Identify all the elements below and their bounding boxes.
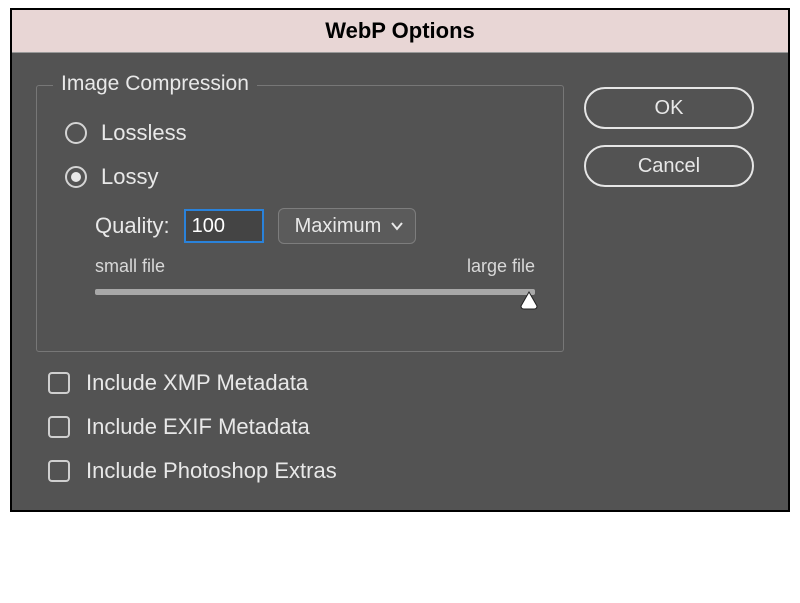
radio-lossy[interactable] <box>65 166 87 188</box>
checkbox-exif-row[interactable]: Include EXIF Metadata <box>48 414 564 440</box>
image-compression-group: Image Compression Lossless Lossy Quality… <box>36 85 564 352</box>
dialog-title: WebP Options <box>12 10 788 53</box>
webp-options-dialog: WebP Options Image Compression Lossless … <box>10 8 790 512</box>
checkbox-ps-extras[interactable] <box>48 460 70 482</box>
cancel-button[interactable]: Cancel <box>584 145 754 187</box>
quality-label: Quality: <box>95 213 170 239</box>
chevron-down-icon <box>391 220 403 232</box>
quality-input[interactable] <box>184 209 264 243</box>
left-column: Image Compression Lossless Lossy Quality… <box>36 73 564 492</box>
checkbox-xmp-label: Include XMP Metadata <box>86 370 308 396</box>
quality-row: Quality: Maximum <box>95 208 543 244</box>
large-file-label: large file <box>467 256 535 277</box>
ok-button[interactable]: OK <box>584 87 754 129</box>
quality-slider[interactable] <box>95 285 535 315</box>
slider-thumb[interactable] <box>519 290 539 310</box>
checkbox-exif[interactable] <box>48 416 70 438</box>
radio-lossy-label: Lossy <box>101 164 158 190</box>
checkbox-exif-label: Include EXIF Metadata <box>86 414 310 440</box>
checkbox-ps-extras-row[interactable]: Include Photoshop Extras <box>48 458 564 484</box>
radio-lossless[interactable] <box>65 122 87 144</box>
radio-lossy-row[interactable]: Lossy <box>65 164 543 190</box>
slider-track <box>95 289 535 295</box>
checkbox-xmp[interactable] <box>48 372 70 394</box>
checkbox-xmp-row[interactable]: Include XMP Metadata <box>48 370 564 396</box>
small-file-label: small file <box>95 256 165 277</box>
checkbox-ps-extras-label: Include Photoshop Extras <box>86 458 337 484</box>
radio-lossless-row[interactable]: Lossless <box>65 120 543 146</box>
slider-labels: small file large file <box>95 256 535 277</box>
dialog-content: Image Compression Lossless Lossy Quality… <box>12 53 788 510</box>
image-compression-legend: Image Compression <box>53 72 257 96</box>
radio-lossless-label: Lossless <box>101 120 187 146</box>
right-column: OK Cancel <box>584 73 764 492</box>
quality-preset-selected: Maximum <box>295 215 382 238</box>
quality-preset-dropdown[interactable]: Maximum <box>278 208 417 244</box>
